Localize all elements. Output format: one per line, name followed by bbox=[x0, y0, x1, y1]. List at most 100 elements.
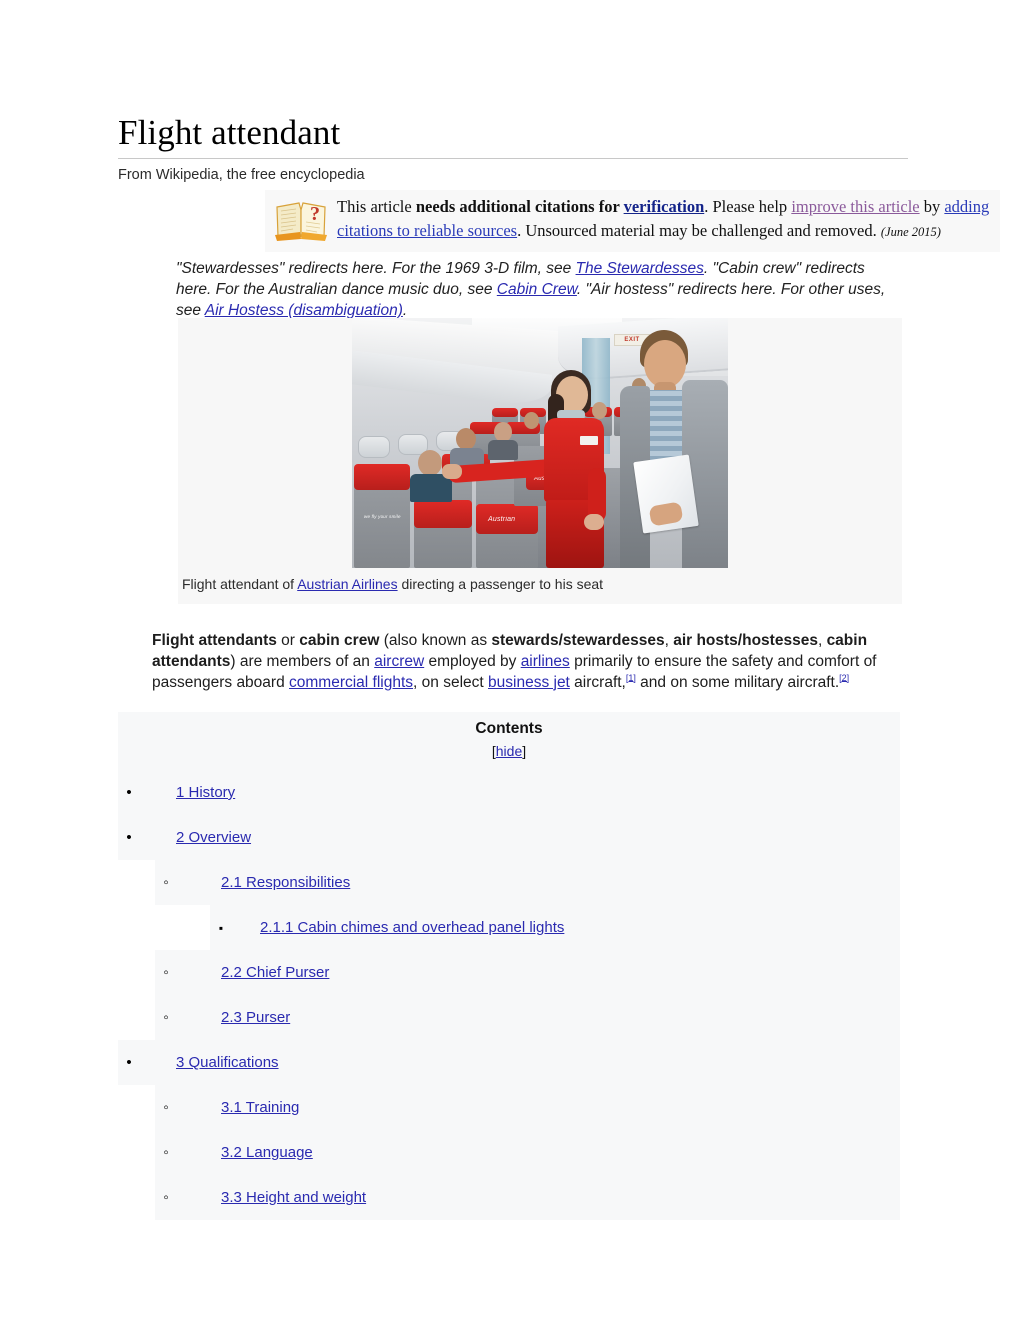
lead-t2: (also known as bbox=[379, 631, 492, 649]
toc-item-height-weight[interactable]: 3.3 Height and weight bbox=[155, 1175, 900, 1220]
cabin-photo[interactable]: EXIT Austrian we fly your smile bbox=[352, 318, 728, 568]
toc-bullet-icon bbox=[155, 1100, 177, 1115]
lead-paragraph: Flight attendants or cabin crew (also kn… bbox=[152, 630, 898, 693]
thumbnail-caption: Flight attendant of Austrian Airlines di… bbox=[178, 568, 902, 598]
lead-t1: or bbox=[276, 631, 300, 649]
toc-bullet-icon bbox=[118, 785, 140, 800]
toc-bracket-close: ] bbox=[522, 743, 527, 759]
link-airlines[interactable]: airlines bbox=[521, 653, 570, 670]
link-the-stewardesses[interactable]: The Stewardesses bbox=[576, 260, 704, 277]
seat-headrest-far bbox=[492, 408, 518, 417]
lead-bold-air-hosts: air hosts/hostesses bbox=[673, 631, 818, 649]
reference-2[interactable]: [2] bbox=[839, 672, 849, 682]
passenger-head bbox=[418, 450, 442, 476]
toc-link-language[interactable]: 3.2 Language bbox=[221, 1144, 313, 1161]
toc-bullet-icon bbox=[118, 830, 140, 845]
caption-text-2: directing a passenger to his seat bbox=[397, 576, 604, 592]
link-verification[interactable]: verification bbox=[624, 197, 705, 216]
toc-item-qualifications[interactable]: 3 Qualifications bbox=[118, 1040, 900, 1085]
wikipedia-article-page: Flight attendant From Wikipedia, the fre… bbox=[0, 0, 1020, 1320]
passenger-man-head bbox=[644, 340, 686, 388]
link-austrian-airlines[interactable]: Austrian Airlines bbox=[297, 576, 397, 592]
toc-link-overview[interactable]: 2 Overview bbox=[176, 829, 251, 846]
table-of-contents: Contents [hide] 1 History 2 Overview 2.1… bbox=[118, 712, 900, 1220]
toc-item-cabin-chimes[interactable]: 2.1.1 Cabin chimes and overhead panel li… bbox=[210, 905, 900, 950]
lead-bold-cabin-crew: cabin crew bbox=[299, 631, 380, 649]
lead-bold-flight-attendants: Flight attendants bbox=[152, 631, 277, 649]
flight-attendant-nametag bbox=[580, 436, 598, 445]
page-title: Flight attendant bbox=[118, 113, 341, 152]
passenger-head bbox=[524, 412, 539, 429]
link-aircrew[interactable]: aircrew bbox=[374, 653, 424, 670]
toc-link-height-weight[interactable]: 3.3 Height and weight bbox=[221, 1189, 366, 1206]
toc-link-cabin-chimes[interactable]: 2.1.1 Cabin chimes and overhead panel li… bbox=[260, 919, 564, 936]
notice-bold-1: needs additional citations for bbox=[415, 197, 624, 216]
toc-item-history[interactable]: 1 History bbox=[118, 770, 900, 815]
lead-t10: and on some military aircraft. bbox=[635, 673, 840, 691]
link-business-jet[interactable]: business jet bbox=[488, 674, 570, 691]
toc-item-chief-purser[interactable]: 2.2 Chief Purser bbox=[155, 950, 900, 995]
passenger-body bbox=[488, 440, 518, 460]
notice-date: (June 2015) bbox=[880, 224, 941, 239]
reference-2-link[interactable]: [2] bbox=[839, 672, 849, 682]
svg-text:?: ? bbox=[310, 203, 320, 225]
toc-item-responsibilities[interactable]: 2.1 Responsibilities bbox=[155, 860, 900, 905]
seat-logo-near: Austrian bbox=[488, 516, 516, 523]
toc-link-training[interactable]: 3.1 Training bbox=[221, 1099, 299, 1116]
flight-attendant-hand bbox=[442, 464, 462, 479]
toc-bullet-icon bbox=[155, 1010, 177, 1025]
toc-bullet-icon bbox=[210, 921, 232, 934]
toc-toggle: [hide] bbox=[118, 740, 900, 768]
toc-item-training[interactable]: 3.1 Training bbox=[155, 1085, 900, 1130]
toc-item-language[interactable]: 3.2 Language bbox=[155, 1130, 900, 1175]
toc-header: Contents [hide] bbox=[118, 712, 900, 770]
lead-t5: ) are members of an bbox=[230, 652, 375, 670]
notice-text-4: . Unsourced material may be challenged a… bbox=[517, 220, 881, 240]
redirect-hatnote: "Stewardesses" redirects here. For the 1… bbox=[176, 258, 904, 321]
maintenance-notice-box: ? This article needs additional citation… bbox=[265, 190, 1000, 252]
thumbnail-container: EXIT Austrian we fly your smile Flight a… bbox=[178, 318, 902, 604]
notice-text-2: . Please help bbox=[704, 197, 792, 216]
hatnote-text-4: . bbox=[402, 302, 408, 319]
notice-text-1: This article bbox=[337, 197, 416, 216]
toc-bullet-icon bbox=[155, 1190, 177, 1205]
cabin-window bbox=[358, 436, 390, 458]
hatnote-text-1: "Stewardesses" redirects here. For the 1… bbox=[176, 260, 576, 277]
caption-text-1: Flight attendant of bbox=[182, 576, 298, 592]
link-commercial-flights[interactable]: commercial flights bbox=[289, 674, 413, 691]
toc-bullet-icon bbox=[155, 1145, 177, 1160]
toc-item-purser[interactable]: 2.3 Purser bbox=[155, 995, 900, 1040]
seat-headrest-near bbox=[354, 464, 410, 490]
toc-title: Contents bbox=[475, 720, 543, 737]
seat-headrest-near bbox=[414, 500, 472, 528]
toc-bullet-icon bbox=[155, 965, 177, 980]
notice-text-3: by bbox=[919, 197, 945, 216]
link-air-hostess-disambiguation[interactable]: Air Hostess (disambiguation) bbox=[205, 302, 403, 319]
book-question-icon: ? bbox=[265, 192, 337, 242]
toc-link-chief-purser[interactable]: 2.2 Chief Purser bbox=[221, 964, 329, 981]
seat-logo-small: we fly your smile bbox=[364, 514, 401, 519]
toc-link-history[interactable]: 1 History bbox=[176, 784, 235, 801]
passenger-head bbox=[592, 402, 607, 419]
toc-bullet-icon bbox=[118, 1055, 140, 1070]
link-improve-article[interactable]: improve this article bbox=[791, 197, 919, 216]
toc-link-qualifications[interactable]: 3 Qualifications bbox=[176, 1054, 279, 1071]
toc-item-overview[interactable]: 2 Overview bbox=[118, 815, 900, 860]
reference-1[interactable]: [1] bbox=[626, 672, 636, 682]
lead-bold-stewards: stewards/stewardesses bbox=[491, 631, 665, 649]
lead-t8: , on select bbox=[413, 673, 489, 691]
lead-t4: , bbox=[817, 631, 827, 649]
maintenance-notice-text: This article needs additional citations … bbox=[337, 192, 1000, 244]
toc-hide-link[interactable]: hide bbox=[496, 743, 522, 759]
title-block: Flight attendant From Wikipedia, the fre… bbox=[118, 112, 908, 185]
passenger-head bbox=[494, 422, 512, 442]
toc-bullet-icon bbox=[155, 875, 177, 890]
link-cabin-crew[interactable]: Cabin Crew bbox=[497, 281, 577, 298]
toc-link-purser[interactable]: 2.3 Purser bbox=[221, 1009, 290, 1026]
flight-attendant-hand-hip bbox=[584, 514, 604, 530]
site-tagline: From Wikipedia, the free encyclopedia bbox=[118, 167, 365, 183]
reference-1-link[interactable]: [1] bbox=[626, 672, 636, 682]
toc-link-responsibilities[interactable]: 2.1 Responsibilities bbox=[221, 874, 350, 891]
passenger-head bbox=[456, 428, 476, 450]
lead-t9: aircraft, bbox=[569, 673, 626, 691]
